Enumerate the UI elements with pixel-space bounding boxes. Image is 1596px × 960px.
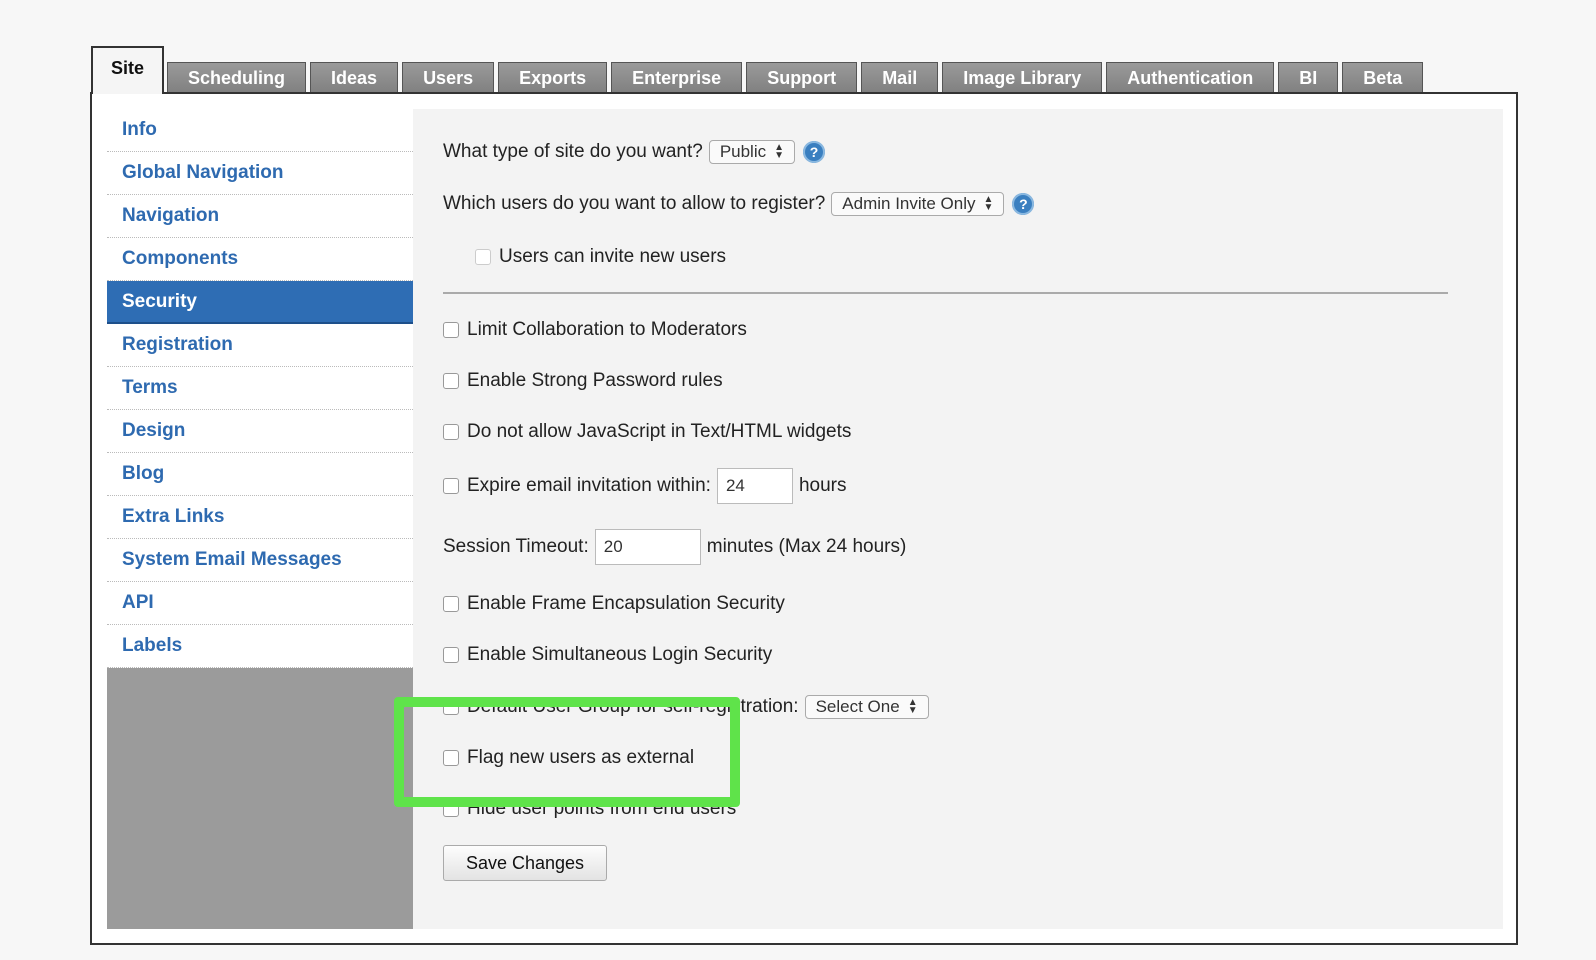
sidebar-item-security[interactable]: Security: [107, 281, 413, 324]
strong-password-label: Enable Strong Password rules: [467, 370, 723, 391]
select-arrows-icon: ▲ ▼: [907, 697, 918, 716]
session-input[interactable]: 20: [594, 529, 701, 565]
site-type-select[interactable]: Public ▲ ▼: [708, 140, 796, 164]
invite-checkbox[interactable]: [475, 249, 491, 265]
frame-checkbox[interactable]: [443, 596, 459, 612]
sidebar-item-design[interactable]: Design: [107, 410, 413, 453]
settings-frame: Info Global Navigation Navigation Compon…: [90, 92, 1518, 945]
sidebar-item-labels[interactable]: Labels: [107, 625, 413, 668]
site-type-label: What type of site do you want?: [443, 141, 703, 162]
help-icon[interactable]: ?: [803, 141, 826, 163]
sidebar: Info Global Navigation Navigation Compon…: [107, 109, 413, 929]
default-group-value: Select One: [815, 697, 900, 716]
invite-label: Users can invite new users: [499, 246, 727, 267]
session-row: Session Timeout: 20 minutes (Max 24 hour…: [443, 529, 906, 565]
expire-label: Expire email invitation within:: [467, 475, 711, 496]
section-divider: [443, 292, 1448, 294]
tab-beta[interactable]: Beta: [1342, 62, 1424, 94]
tab-exports[interactable]: Exports: [498, 62, 608, 94]
no-js-checkbox[interactable]: [443, 424, 459, 440]
sidebar-item-system-email-messages[interactable]: System Email Messages: [107, 539, 413, 582]
settings-panel: Info Global Navigation Navigation Compon…: [107, 109, 1503, 929]
tab-users[interactable]: Users: [402, 62, 495, 94]
limit-collab-label: Limit Collaboration to Moderators: [467, 319, 747, 340]
expire-row: Expire email invitation within: 24 hours: [443, 468, 846, 504]
site-type-row: What type of site do you want? Public ▲ ▼…: [443, 140, 826, 164]
register-value: Admin Invite Only: [842, 194, 976, 213]
expire-unit: hours: [798, 475, 847, 496]
strong-password-checkbox[interactable]: [443, 373, 459, 389]
simul-checkbox[interactable]: [443, 647, 459, 663]
tab-bi[interactable]: BI: [1278, 62, 1339, 94]
sidebar-item-navigation[interactable]: Navigation: [107, 195, 413, 238]
no-js-label: Do not allow JavaScript in Text/HTML wid…: [467, 421, 852, 442]
tab-site[interactable]: Site: [91, 46, 165, 94]
sidebar-item-extra-links[interactable]: Extra Links: [107, 496, 413, 539]
select-arrows-icon: ▲ ▼: [774, 142, 785, 161]
limit-collab-checkbox[interactable]: [443, 322, 459, 338]
simul-label: Enable Simultaneous Login Security: [467, 644, 773, 665]
expire-input[interactable]: 24: [716, 468, 793, 504]
session-unit: minutes (Max 24 hours): [706, 536, 907, 557]
sidebar-item-info[interactable]: Info: [107, 109, 413, 152]
tab-image-library[interactable]: Image Library: [942, 62, 1103, 94]
save-changes-button[interactable]: Save Changes: [443, 845, 607, 881]
sidebar-item-components[interactable]: Components: [107, 238, 413, 281]
register-select[interactable]: Admin Invite Only ▲ ▼: [831, 192, 1005, 216]
frame-row: Enable Frame Encapsulation Security: [443, 593, 785, 615]
tab-mail[interactable]: Mail: [861, 62, 939, 94]
strong-password-row: Enable Strong Password rules: [443, 370, 723, 392]
sidebar-item-api[interactable]: API: [107, 582, 413, 625]
tab-authentication[interactable]: Authentication: [1106, 62, 1275, 94]
tab-support[interactable]: Support: [746, 62, 858, 94]
expire-checkbox[interactable]: [443, 478, 459, 494]
frame-label: Enable Frame Encapsulation Security: [467, 593, 785, 614]
sidebar-item-global-navigation[interactable]: Global Navigation: [107, 152, 413, 195]
limit-collab-row: Limit Collaboration to Moderators: [443, 319, 747, 341]
sidebar-item-blog[interactable]: Blog: [107, 453, 413, 496]
invite-row: Users can invite new users: [475, 246, 726, 268]
register-label: Which users do you want to allow to regi…: [443, 193, 826, 214]
tab-ideas[interactable]: Ideas: [310, 62, 399, 94]
register-row: Which users do you want to allow to regi…: [443, 192, 1035, 216]
tab-scheduling[interactable]: Scheduling: [167, 62, 307, 94]
select-arrows-icon: ▲ ▼: [983, 194, 994, 213]
help-icon[interactable]: ?: [1012, 193, 1035, 215]
session-label: Session Timeout:: [443, 536, 589, 557]
sidebar-item-terms[interactable]: Terms: [107, 367, 413, 410]
default-group-select[interactable]: Select One ▲ ▼: [804, 695, 929, 719]
sidebar-list: Info Global Navigation Navigation Compon…: [107, 109, 413, 668]
simul-row: Enable Simultaneous Login Security: [443, 644, 772, 666]
tab-enterprise[interactable]: Enterprise: [611, 62, 743, 94]
no-js-row: Do not allow JavaScript in Text/HTML wid…: [443, 421, 851, 443]
sidebar-item-registration[interactable]: Registration: [107, 324, 413, 367]
site-type-value: Public: [719, 142, 767, 161]
tab-bar: Site Scheduling Ideas Users Exports Ente…: [91, 46, 1427, 94]
highlight-box: [394, 697, 740, 807]
